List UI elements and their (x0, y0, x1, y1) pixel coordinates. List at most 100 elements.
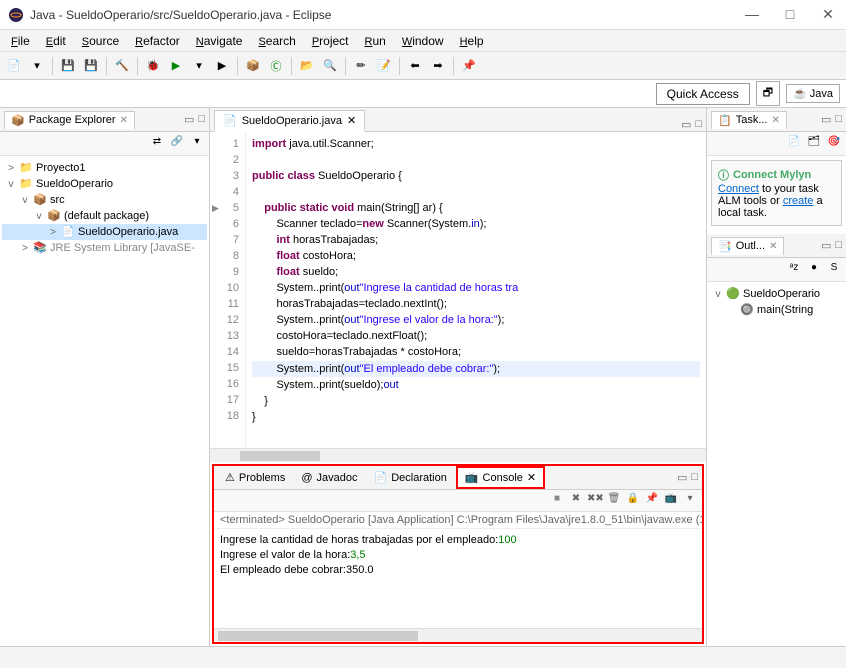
bottom-tab-problems[interactable]: ⚠Problems (218, 468, 292, 487)
annotation-button[interactable]: 📝 (374, 56, 394, 76)
open-console-icon[interactable]: ▾ (682, 493, 698, 509)
main-toolbar: 📄 ▾ 💾 💾 🔨 🐞 ▶ ▾ ▶ 📦 Ⓒ 📂 🔍 ✏ 📝 ⬅ ➡ 📌 (0, 52, 846, 80)
mylyn-create-link[interactable]: create (783, 195, 814, 207)
back-button[interactable]: ⬅ (405, 56, 425, 76)
outline-item[interactable]: v🟢SueldoOperario (709, 286, 844, 302)
editor-h-scrollbar[interactable] (210, 448, 706, 462)
tree-item[interactable]: v📁SueldoOperario (2, 176, 207, 192)
maximize-view-icon[interactable]: □ (198, 113, 205, 126)
open-type-button[interactable]: 📂 (297, 56, 317, 76)
pin-button[interactable]: 📌 (459, 56, 479, 76)
menu-search[interactable]: Search (251, 32, 302, 50)
categorize-icon[interactable]: 🗂 (806, 136, 822, 152)
debug-button[interactable]: 🐞 (143, 56, 163, 76)
build-button[interactable]: 🔨 (112, 56, 132, 76)
save-all-button[interactable]: 💾 (81, 56, 101, 76)
outline-item[interactable]: 🔘main(String (709, 302, 844, 318)
task-list-tab[interactable]: 📋 Task... ✕ (711, 111, 787, 129)
tree-item[interactable]: >📚JRE System Library [JavaSE- (2, 240, 207, 256)
editor-area: 📄 SueldoOperario.java ✕ ▭ □ 1234▶5678910… (210, 108, 706, 462)
remove-all-icon[interactable]: ✖✖ (587, 493, 603, 509)
bottom-tab-console[interactable]: 📺Console ✕ (456, 466, 545, 489)
outline-max-icon[interactable]: □ (835, 239, 842, 252)
outline-tab[interactable]: 📑 Outl... ✕ (711, 237, 784, 255)
tree-item[interactable]: v📦(default package) (2, 208, 207, 224)
open-perspective-button[interactable]: 🗗 (756, 81, 780, 106)
new-class-button[interactable]: Ⓒ (266, 56, 286, 76)
package-explorer-panel: 📦 Package Explorer ✕ ▭ □ ⇄ 🔗 ▾ >📁Proyect… (0, 108, 210, 646)
editor-content[interactable]: 1234▶56789101112131415161718 import java… (210, 132, 706, 448)
package-explorer-close-icon[interactable]: ✕ (120, 115, 128, 126)
editor-minimize-icon[interactable]: ▭ (681, 118, 691, 131)
console-output[interactable]: Ingrese la cantidad de horas trabajadas … (214, 529, 702, 628)
package-explorer-tab[interactable]: 📦 Package Explorer ✕ (4, 111, 135, 129)
new-task-icon[interactable]: 📄 (786, 136, 802, 152)
minimize-view-icon[interactable]: ▭ (184, 113, 194, 126)
outline-tree[interactable]: v🟢SueldoOperario🔘main(String (707, 282, 846, 646)
quick-access-field[interactable]: Quick Access (656, 83, 750, 105)
console-h-scrollbar[interactable] (214, 628, 702, 642)
hide-static-icon[interactable]: S (826, 262, 842, 278)
new-dropdown[interactable]: ▾ (27, 56, 47, 76)
menu-window[interactable]: Window (395, 32, 451, 50)
collapse-all-icon[interactable]: ⇄ (149, 136, 165, 152)
coverage-button[interactable]: ▶ (212, 56, 232, 76)
editor-tab-sueldooperario[interactable]: 📄 SueldoOperario.java ✕ (214, 110, 365, 132)
scroll-lock-icon[interactable]: 🔒 (625, 493, 641, 509)
bottom-panel: ⚠Problems@Javadoc📄Declaration📺Console ✕ … (212, 464, 704, 644)
hide-fields-icon[interactable]: ● (806, 262, 822, 278)
toggle-mark-button[interactable]: ✏ (351, 56, 371, 76)
view-menu-icon[interactable]: ▾ (189, 136, 205, 152)
run-dropdown[interactable]: ▾ (189, 56, 209, 76)
outline-min-icon[interactable]: ▭ (821, 239, 831, 252)
task-min-icon[interactable]: ▭ (821, 113, 831, 126)
package-explorer-title: Package Explorer (29, 114, 116, 126)
bottom-minimize-icon[interactable]: ▭ (677, 471, 687, 484)
menu-navigate[interactable]: Navigate (189, 32, 250, 50)
remove-launch-icon[interactable]: ✖ (568, 493, 584, 509)
editor-tab-close-icon[interactable]: ✕ (347, 114, 356, 127)
forward-button[interactable]: ➡ (428, 56, 448, 76)
code-area[interactable]: import java.util.Scanner; public class S… (246, 132, 706, 448)
bottom-tab-declaration[interactable]: 📄Declaration (367, 468, 454, 487)
outline-close-icon[interactable]: ✕ (769, 241, 777, 252)
run-button[interactable]: ▶ (166, 56, 186, 76)
menu-help[interactable]: Help (453, 32, 491, 50)
terminate-icon[interactable]: ■ (549, 493, 565, 509)
task-max-icon[interactable]: □ (835, 113, 842, 126)
bottom-maximize-icon[interactable]: □ (691, 471, 698, 484)
menu-edit[interactable]: Edit (39, 32, 73, 50)
minimize-button[interactable]: — (742, 6, 762, 23)
clear-console-icon[interactable]: 🗑 (606, 493, 622, 509)
tree-item[interactable]: >📁Proyecto1 (2, 160, 207, 176)
focus-icon[interactable]: 🎯 (826, 136, 842, 152)
pin-console-icon[interactable]: 📌 (644, 493, 660, 509)
java-perspective-button[interactable]: ☕ Java (786, 84, 840, 103)
menu-run[interactable]: Run (358, 32, 393, 50)
window-title: Java - SueldoOperario/src/SueldoOperario… (30, 8, 742, 22)
menu-source[interactable]: Source (75, 32, 126, 50)
save-button[interactable]: 💾 (58, 56, 78, 76)
bottom-tab-javadoc[interactable]: @Javadoc (294, 469, 364, 487)
package-explorer-tree[interactable]: >📁Proyecto1v📁SueldoOperariov📦srcv📦(defau… (0, 156, 209, 646)
new-button[interactable]: 📄 (4, 56, 24, 76)
menu-project[interactable]: Project (305, 32, 356, 50)
display-console-icon[interactable]: 📺 (663, 493, 679, 509)
tree-item[interactable]: >📄SueldoOperario.java (2, 224, 207, 240)
outline-header: 📑 Outl... ✕ ▭ □ (707, 234, 846, 258)
main-area: 📦 Package Explorer ✕ ▭ □ ⇄ 🔗 ▾ >📁Proyect… (0, 108, 846, 646)
mylyn-connect-link[interactable]: Connect (718, 183, 759, 195)
menu-refactor[interactable]: Refactor (128, 32, 187, 50)
window-controls: — □ ✕ (742, 6, 838, 23)
sort-icon[interactable]: ᵃz (786, 262, 802, 278)
search-button[interactable]: 🔍 (320, 56, 340, 76)
link-editor-icon[interactable]: 🔗 (169, 136, 185, 152)
maximize-button[interactable]: □ (780, 6, 800, 23)
task-list-title: Task... (736, 114, 768, 126)
tree-item[interactable]: v📦src (2, 192, 207, 208)
menu-file[interactable]: File (4, 32, 37, 50)
new-package-button[interactable]: 📦 (243, 56, 263, 76)
close-button[interactable]: ✕ (818, 6, 838, 23)
task-close-icon[interactable]: ✕ (772, 115, 780, 126)
editor-maximize-icon[interactable]: □ (695, 118, 702, 131)
